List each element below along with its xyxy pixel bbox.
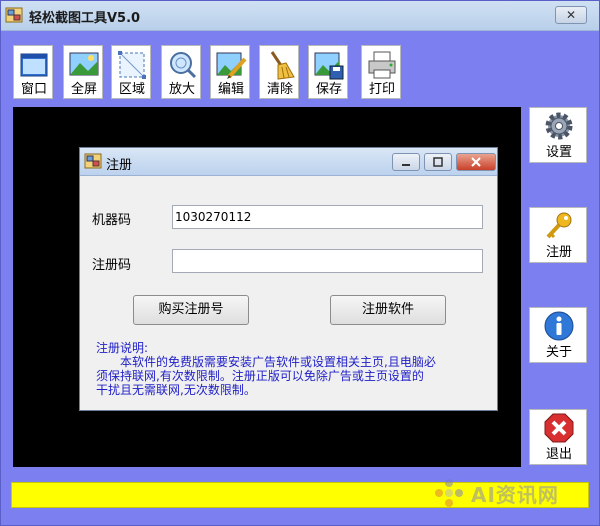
maximize-icon xyxy=(433,157,443,167)
registration-info: 注册说明: 本软件的免费版需要安装广告软件或设置相关主页,且电脑必 须保持联网,… xyxy=(96,341,490,397)
toolbar-label: 窗口 xyxy=(20,82,47,97)
toolbar-button-save[interactable]: 保存 xyxy=(308,45,348,99)
toolbar-label: 打印 xyxy=(368,82,395,97)
toolbar-label: 保存 xyxy=(315,82,342,97)
dialog-titlebar[interactable]: 注册 xyxy=(80,148,497,176)
app-title: 轻松截图工具V5.0 xyxy=(29,11,141,26)
main-titlebar[interactable]: 轻松截图工具V5.0 ✕ xyxy=(1,1,599,31)
side-button-register[interactable]: 注册 xyxy=(529,207,587,263)
info-icon xyxy=(544,311,574,341)
save-icon xyxy=(314,52,344,80)
info-line: 干扰且无需联网,无次数限制。 xyxy=(96,383,256,397)
toolbar-label: 全屏 xyxy=(70,82,97,97)
reg-code-field[interactable] xyxy=(172,249,483,273)
side-label: 退出 xyxy=(545,447,572,462)
gear-icon xyxy=(545,112,573,140)
toolbar-button-fullscreen[interactable]: 全屏 xyxy=(63,45,103,99)
side-label: 注册 xyxy=(545,245,572,260)
buy-license-button[interactable]: 购买注册号 xyxy=(133,295,249,325)
info-line: 本软件的免费版需要安装广告软件或设置相关主页,且电脑必 xyxy=(96,355,436,369)
watermark-text: AI资讯网 xyxy=(471,483,559,507)
toolbar-button-zoom[interactable]: 放大 xyxy=(161,45,201,99)
app-icon xyxy=(5,7,23,23)
region-icon xyxy=(118,51,146,79)
exit-icon xyxy=(544,413,574,443)
minimize-button[interactable] xyxy=(392,153,420,171)
app-icon xyxy=(84,153,102,169)
minimize-icon xyxy=(402,164,410,166)
window-icon xyxy=(20,53,48,77)
toolbar-label: 清除 xyxy=(266,82,293,97)
toolbar-button-edit[interactable]: 编辑 xyxy=(210,45,250,99)
register-software-button[interactable]: 注册软件 xyxy=(330,295,446,325)
reg-code-label: 注册码 xyxy=(92,258,132,273)
magnifier-icon xyxy=(170,52,197,79)
edit-icon xyxy=(216,52,247,79)
watermark-logo-icon xyxy=(435,479,463,507)
side-label: 设置 xyxy=(545,145,572,160)
side-button-about[interactable]: 关于 xyxy=(529,307,587,363)
toolbar-button-clear[interactable]: 清除 xyxy=(259,45,299,99)
toolbar-label: 区域 xyxy=(118,82,145,97)
machine-code-label: 机器码 xyxy=(92,213,132,228)
info-line: 注册说明: xyxy=(96,341,149,355)
fullscreen-icon xyxy=(69,52,99,76)
toolbar-button-print[interactable]: 打印 xyxy=(361,45,401,99)
broom-icon xyxy=(270,51,295,80)
dialog-title: 注册 xyxy=(106,158,133,173)
window-close-button[interactable]: ✕ xyxy=(555,6,587,24)
toolbar-button-window[interactable]: 窗口 xyxy=(13,45,53,99)
side-button-settings[interactable]: 设置 xyxy=(529,107,587,163)
register-dialog: 注册 机器码 1030270112 注册码 购买注册号 注册软件 注册说明: 本… xyxy=(79,147,498,411)
dialog-close-button[interactable] xyxy=(456,153,496,171)
side-button-exit[interactable]: 退出 xyxy=(529,409,587,465)
key-icon xyxy=(546,212,572,239)
maximize-button[interactable] xyxy=(424,153,452,171)
printer-icon xyxy=(368,51,396,79)
machine-code-field[interactable]: 1030270112 xyxy=(172,205,483,229)
close-icon xyxy=(471,157,481,167)
watermark: AI资讯网 xyxy=(431,473,581,513)
main-window: 轻松截图工具V5.0 ✕ 窗口 全屏 区域 放大 编辑 清除 保存 打印 设置 … xyxy=(0,0,600,526)
toolbar-label: 编辑 xyxy=(217,82,244,97)
info-line: 须保持联网,有次数限制。注册正版可以免除广告或主页设置的 xyxy=(96,369,424,383)
toolbar-button-region[interactable]: 区域 xyxy=(111,45,151,99)
side-label: 关于 xyxy=(545,345,572,360)
toolbar-label: 放大 xyxy=(168,82,195,97)
